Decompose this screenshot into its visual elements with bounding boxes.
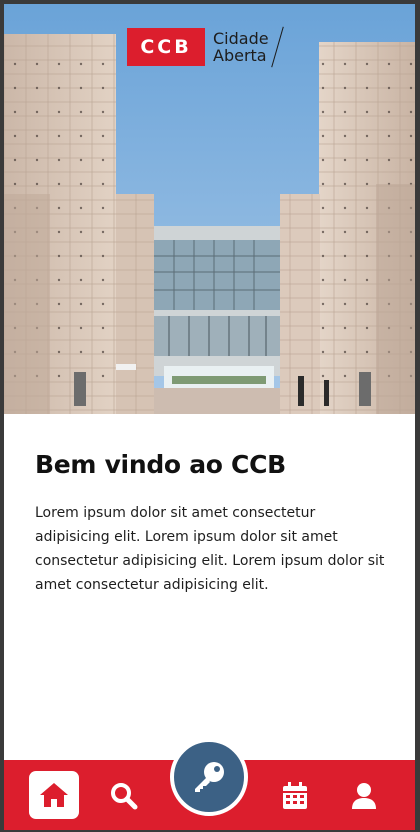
calendar-icon <box>283 782 307 809</box>
search-icon <box>111 783 138 810</box>
key-access-button[interactable] <box>170 738 248 816</box>
home-icon <box>40 783 68 807</box>
nav-profile-button[interactable] <box>339 772 389 820</box>
logo-wordmark: Cidade Aberta <box>213 30 269 64</box>
hero-image: CCB Cidade Aberta <box>4 4 415 414</box>
ccb-logo: CCB Cidade Aberta <box>127 26 284 68</box>
key-icon <box>195 762 224 792</box>
welcome-text: Lorem ipsum dolor sit amet consectetur a… <box>35 505 385 593</box>
welcome-section: Bem vindo ao CCB Lorem ipsum dolor sit a… <box>35 450 387 597</box>
nav-search-button[interactable] <box>99 772 149 820</box>
app-screen: CCB Cidade Aberta Bem vindo ao CCB Lorem… <box>4 4 415 830</box>
logo-mark: CCB <box>127 28 205 66</box>
logo-line-1: Cidade <box>213 29 269 48</box>
logo-line-2: Aberta <box>213 46 267 65</box>
user-icon <box>352 783 376 809</box>
page-title: Bem vindo ao CCB <box>35 450 286 479</box>
nav-calendar-button[interactable] <box>270 772 320 820</box>
nav-home-button[interactable] <box>29 771 79 819</box>
